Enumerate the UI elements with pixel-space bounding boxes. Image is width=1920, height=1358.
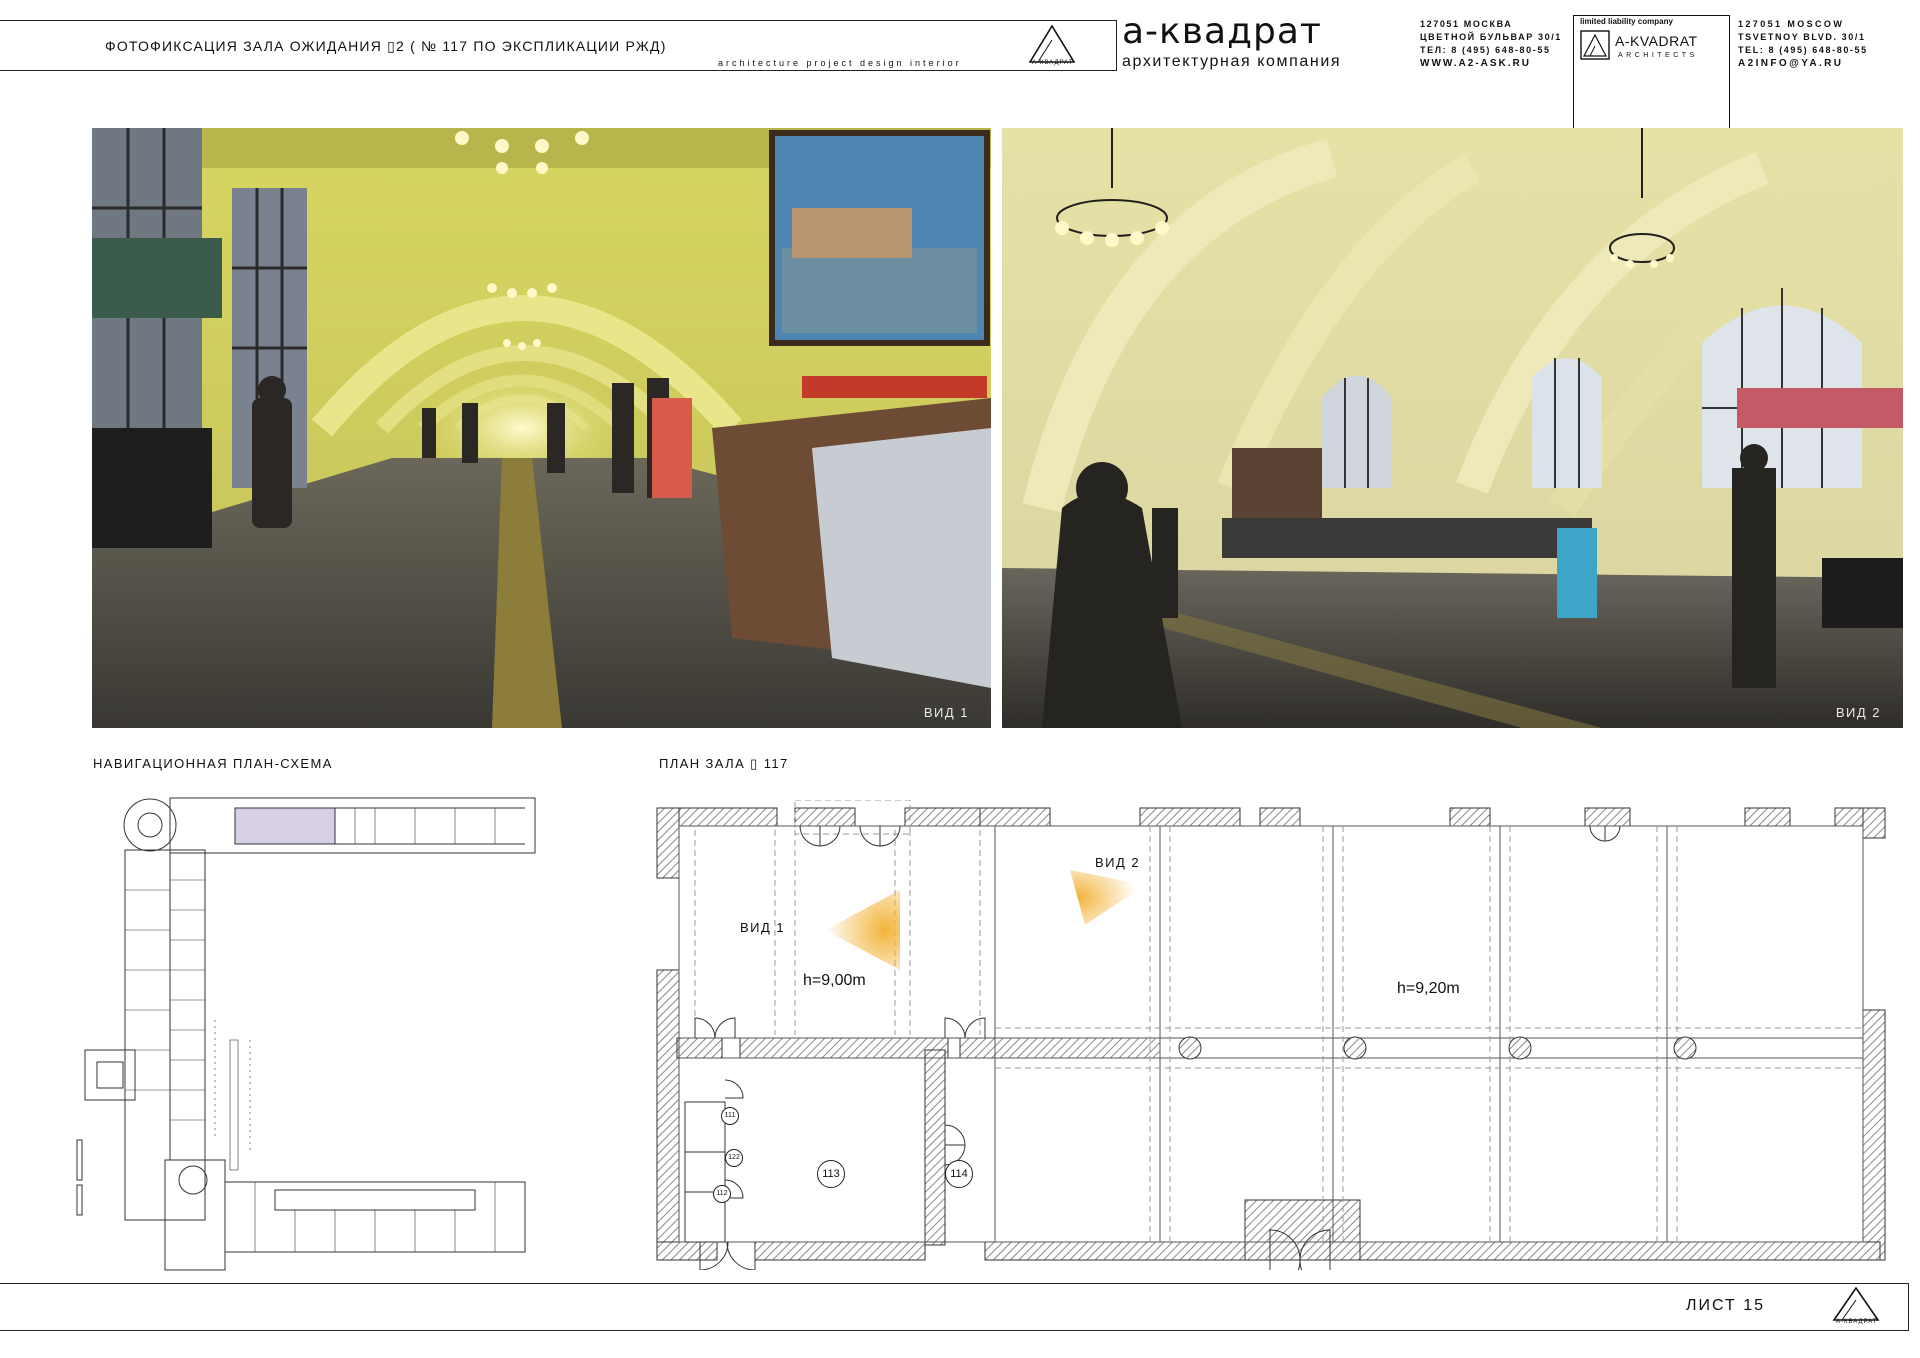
llc-name: A-KVADRAT — [1615, 33, 1698, 49]
llc-label: limited liability company — [1580, 17, 1673, 26]
photo-caption-view-1: ВИД 1 — [923, 705, 969, 720]
address-ru-line: ТЕЛ: 8 (495) 648-80-55 — [1420, 45, 1551, 55]
address-en-line: A2INFO@YA.RU — [1738, 58, 1844, 69]
hall-plan-heading: ПЛАН ЗАЛА ▯ 117 — [659, 756, 789, 771]
sheet-number: ЛИСТ 15 — [1686, 1297, 1766, 1314]
address-en-line: 127051 MOSCOW — [1738, 19, 1845, 29]
room-marker-113: 113 — [817, 1160, 845, 1188]
plan-label-view-1: ВИД 1 — [740, 920, 786, 935]
photo-view-1: ВИД 1 — [92, 128, 991, 728]
address-ru-line: ЦВЕТНОЙ БУЛЬВАР 30/1 — [1420, 32, 1562, 42]
nav-plan-heading: НАВИГАЦИОННАЯ ПЛАН-СХЕМА — [93, 756, 333, 771]
address-ru: 127051 МОСКВА ЦВЕТНОЙ БУЛЬВАР 30/1 ТЕЛ: … — [1420, 18, 1562, 70]
room-marker-112: 112 — [713, 1185, 731, 1203]
footer-logo-caption: А-КВАДРАТ — [1836, 1319, 1878, 1325]
address-en-line: TEL: 8 (495) 648-80-55 — [1738, 45, 1868, 55]
hall-floor-plan: ВИД 1 ВИД 2 h=9,00m h=9,20m 111 122 112 … — [655, 799, 1905, 1291]
room-marker-111: 111 — [721, 1107, 739, 1125]
photo-caption-view-2: ВИД 2 — [1835, 705, 1881, 720]
plan-label-view-2: ВИД 2 — [1095, 855, 1141, 870]
height-left-label: h=9,00m — [803, 972, 866, 989]
room-marker-122: 122 — [725, 1149, 743, 1167]
brand-name: а-квадрат — [1122, 11, 1322, 52]
address-ru-line: 127051 МОСКВА — [1420, 19, 1513, 29]
footer-bar — [0, 1283, 1909, 1331]
address-ru-line: WWW.A2-ASK.RU — [1420, 58, 1531, 69]
height-right-label: h=9,20m — [1397, 980, 1460, 997]
sheet-title: ФОТОФИКСАЦИЯ ЗАЛА ОЖИДАНИЯ ▯2 ( № 117 ПО… — [105, 38, 667, 54]
brand-tagline: архитектурная компания — [1122, 53, 1342, 70]
discipline-subtitle: architecture project design interior — [718, 58, 962, 68]
logo-small-caption: А-КВАДРАТ — [1032, 60, 1074, 66]
address-en: 127051 MOSCOW TSVETNOY BLVD. 30/1 TEL: 8… — [1738, 18, 1868, 70]
room-marker-114: 114 — [945, 1160, 973, 1188]
address-en-line: TSVETNOY BLVD. 30/1 — [1738, 32, 1866, 42]
llc-sub: ARCHITECTS — [1618, 52, 1698, 59]
building-logo-icon — [1580, 30, 1610, 60]
photo-view-2: ВИД 2 — [1002, 128, 1903, 728]
navigation-site-plan — [75, 790, 545, 1275]
